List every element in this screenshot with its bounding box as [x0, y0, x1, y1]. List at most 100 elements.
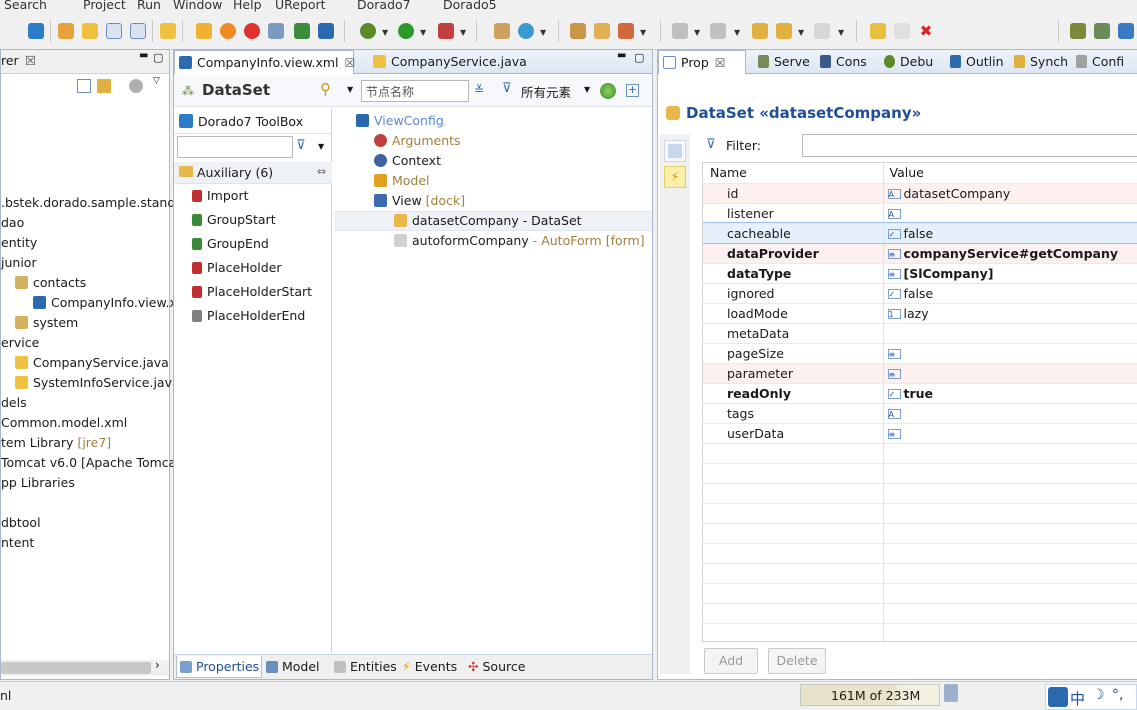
- tab-properties[interactable]: Properties: [176, 656, 262, 678]
- property-value[interactable]: ≡: [883, 343, 1137, 364]
- tree-item[interactable]: tem Library [jre7]: [1, 435, 111, 450]
- outline-node[interactable]: View [dock]: [374, 193, 465, 208]
- filter-icon[interactable]: [129, 79, 143, 93]
- property-row[interactable]: cacheable ✓ false: [703, 222, 1137, 244]
- stop-icon[interactable]: [244, 23, 260, 39]
- view-menu-icon[interactable]: ▽: [153, 76, 160, 86]
- pencil-icon[interactable]: [618, 23, 634, 39]
- link-editor-icon[interactable]: [97, 79, 111, 93]
- property-row[interactable]: ignored ✓ false: [703, 283, 1137, 304]
- property-row[interactable]: userData ≡: [703, 423, 1137, 444]
- outline-node[interactable]: Model: [374, 173, 430, 188]
- tab-model[interactable]: Model: [266, 656, 320, 678]
- delete-button[interactable]: Delete: [768, 648, 826, 674]
- new-folder-icon[interactable]: [58, 23, 74, 39]
- toolbox-item[interactable]: PlaceHolderEnd: [192, 308, 305, 323]
- outline-node[interactable]: Context: [374, 153, 441, 168]
- tree-item[interactable]: CompanyService.java: [15, 355, 169, 370]
- ime-bar[interactable]: 中 ☽ °,: [1045, 684, 1137, 710]
- property-value[interactable]: ≡ [SlCompany]: [883, 263, 1137, 284]
- java-perspective-icon[interactable]: [1118, 23, 1134, 39]
- close-red-icon[interactable]: ✖: [918, 23, 934, 39]
- tab-events[interactable]: ⚡ Events: [402, 656, 457, 678]
- tree-item[interactable]: .bstek.dorado.sample.standa: [1, 195, 183, 210]
- debug-icon[interactable]: [360, 23, 376, 39]
- chevron-down-icon[interactable]: ▼: [318, 142, 324, 151]
- globe-icon[interactable]: [600, 83, 616, 99]
- property-row[interactable]: listener A: [703, 203, 1137, 224]
- tab-companyservice[interactable]: CompanyService.java: [369, 50, 539, 74]
- tomcat-start-icon[interactable]: [220, 23, 236, 39]
- menu-window[interactable]: Window: [173, 0, 222, 12]
- back-icon[interactable]: [776, 23, 792, 39]
- collapse-all-icon[interactable]: [77, 79, 91, 93]
- dorado-perspective-icon[interactable]: [1094, 23, 1110, 39]
- property-row[interactable]: dataProvider ≡ companyService#getCompany: [703, 243, 1137, 264]
- property-row[interactable]: tags A: [703, 403, 1137, 424]
- search-input[interactable]: 节点名称: [361, 80, 469, 102]
- new-file-icon[interactable]: [82, 23, 98, 39]
- run-icon[interactable]: [398, 23, 414, 39]
- close-icon[interactable]: ☒: [25, 53, 36, 68]
- tree-item[interactable]: ervice: [1, 335, 39, 350]
- tree-item[interactable]: dels: [1, 395, 27, 410]
- open-type-icon[interactable]: [160, 23, 176, 39]
- toolbox-item[interactable]: GroupEnd: [192, 236, 269, 251]
- annotation-icon[interactable]: [672, 23, 688, 39]
- open-folder-icon[interactable]: [594, 23, 610, 39]
- filter-icon[interactable]: ⊽: [502, 81, 512, 96]
- property-row[interactable]: id AdatasetCompany: [703, 183, 1137, 204]
- expand-icon[interactable]: +: [626, 84, 639, 97]
- chevron-down-icon[interactable]: ▼: [347, 85, 353, 94]
- restart-icon[interactable]: [268, 23, 284, 39]
- minimize-icon[interactable]: ▬: [617, 50, 626, 61]
- property-value[interactable]: AdatasetCompany: [883, 183, 1137, 204]
- add-button[interactable]: Add: [704, 648, 758, 674]
- outline-node[interactable]: datasetCompany - DataSet: [394, 213, 582, 228]
- menu-dorado7[interactable]: Dorado7: [357, 0, 411, 12]
- tree-item[interactable]: dao: [1, 215, 24, 230]
- maximize-icon[interactable]: ▢: [634, 51, 644, 64]
- close-icon[interactable]: ☒: [715, 56, 726, 70]
- menu-help[interactable]: Help: [233, 0, 262, 12]
- tab-outline[interactable]: Outlin: [946, 50, 1004, 74]
- wizard-icon[interactable]: [196, 23, 212, 39]
- properties-page-icon[interactable]: [664, 140, 686, 162]
- tree-item[interactable]: ntent: [1, 535, 34, 550]
- toolbox-search-input[interactable]: [177, 136, 293, 158]
- toolbox-category[interactable]: Auxiliary (6) ⇔: [174, 162, 332, 184]
- tree-item[interactable]: dbtool: [1, 515, 41, 530]
- outline-node[interactable]: Arguments: [374, 133, 461, 148]
- property-row[interactable]: pageSize ≡: [703, 343, 1137, 364]
- events-page-icon[interactable]: ⚡: [664, 166, 686, 188]
- chevron-down-icon[interactable]: ▼: [584, 85, 590, 94]
- filter-input[interactable]: [802, 134, 1137, 157]
- filter-icon[interactable]: ⊽: [296, 138, 306, 153]
- unpin-icon[interactable]: [894, 23, 910, 39]
- save-all-icon[interactable]: [130, 23, 146, 39]
- tab-debug[interactable]: Debu: [880, 50, 933, 74]
- tree-item[interactable]: junior: [1, 255, 37, 270]
- tree-item[interactable]: contacts: [15, 275, 86, 290]
- tab-console[interactable]: Cons: [816, 50, 867, 74]
- heap-status[interactable]: 161M of 233M: [800, 684, 940, 706]
- minimize-icon[interactable]: ▬: [139, 50, 148, 61]
- menu-search[interactable]: Search: [4, 0, 47, 12]
- menu-ureport[interactable]: UReport: [275, 0, 326, 12]
- tree-item[interactable]: pp Libraries: [1, 475, 75, 490]
- collapse-icon[interactable]: ≚: [474, 83, 484, 97]
- pin-icon[interactable]: [870, 23, 886, 39]
- search-icon[interactable]: ⚲: [320, 80, 331, 98]
- property-value[interactable]: ✓ true: [883, 383, 1137, 404]
- debug-perspective-icon[interactable]: [1070, 23, 1086, 39]
- property-value[interactable]: ≡ companyService#getCompany: [883, 243, 1137, 264]
- tree-item[interactable]: Tomcat v6.0 [Apache Tomca: [1, 455, 176, 470]
- toolbox-item[interactable]: GroupStart: [192, 212, 276, 227]
- property-value[interactable]: A: [883, 203, 1137, 224]
- property-row[interactable]: readOnly ✓ true: [703, 383, 1137, 404]
- property-value[interactable]: [883, 323, 1137, 344]
- tab-source[interactable]: ✣ Source: [468, 656, 525, 678]
- tree-item[interactable]: SystemInfoService.java: [15, 375, 180, 390]
- property-row[interactable]: dataType ≡ [SlCompany]: [703, 263, 1137, 284]
- property-value[interactable]: 1 lazy: [883, 303, 1137, 324]
